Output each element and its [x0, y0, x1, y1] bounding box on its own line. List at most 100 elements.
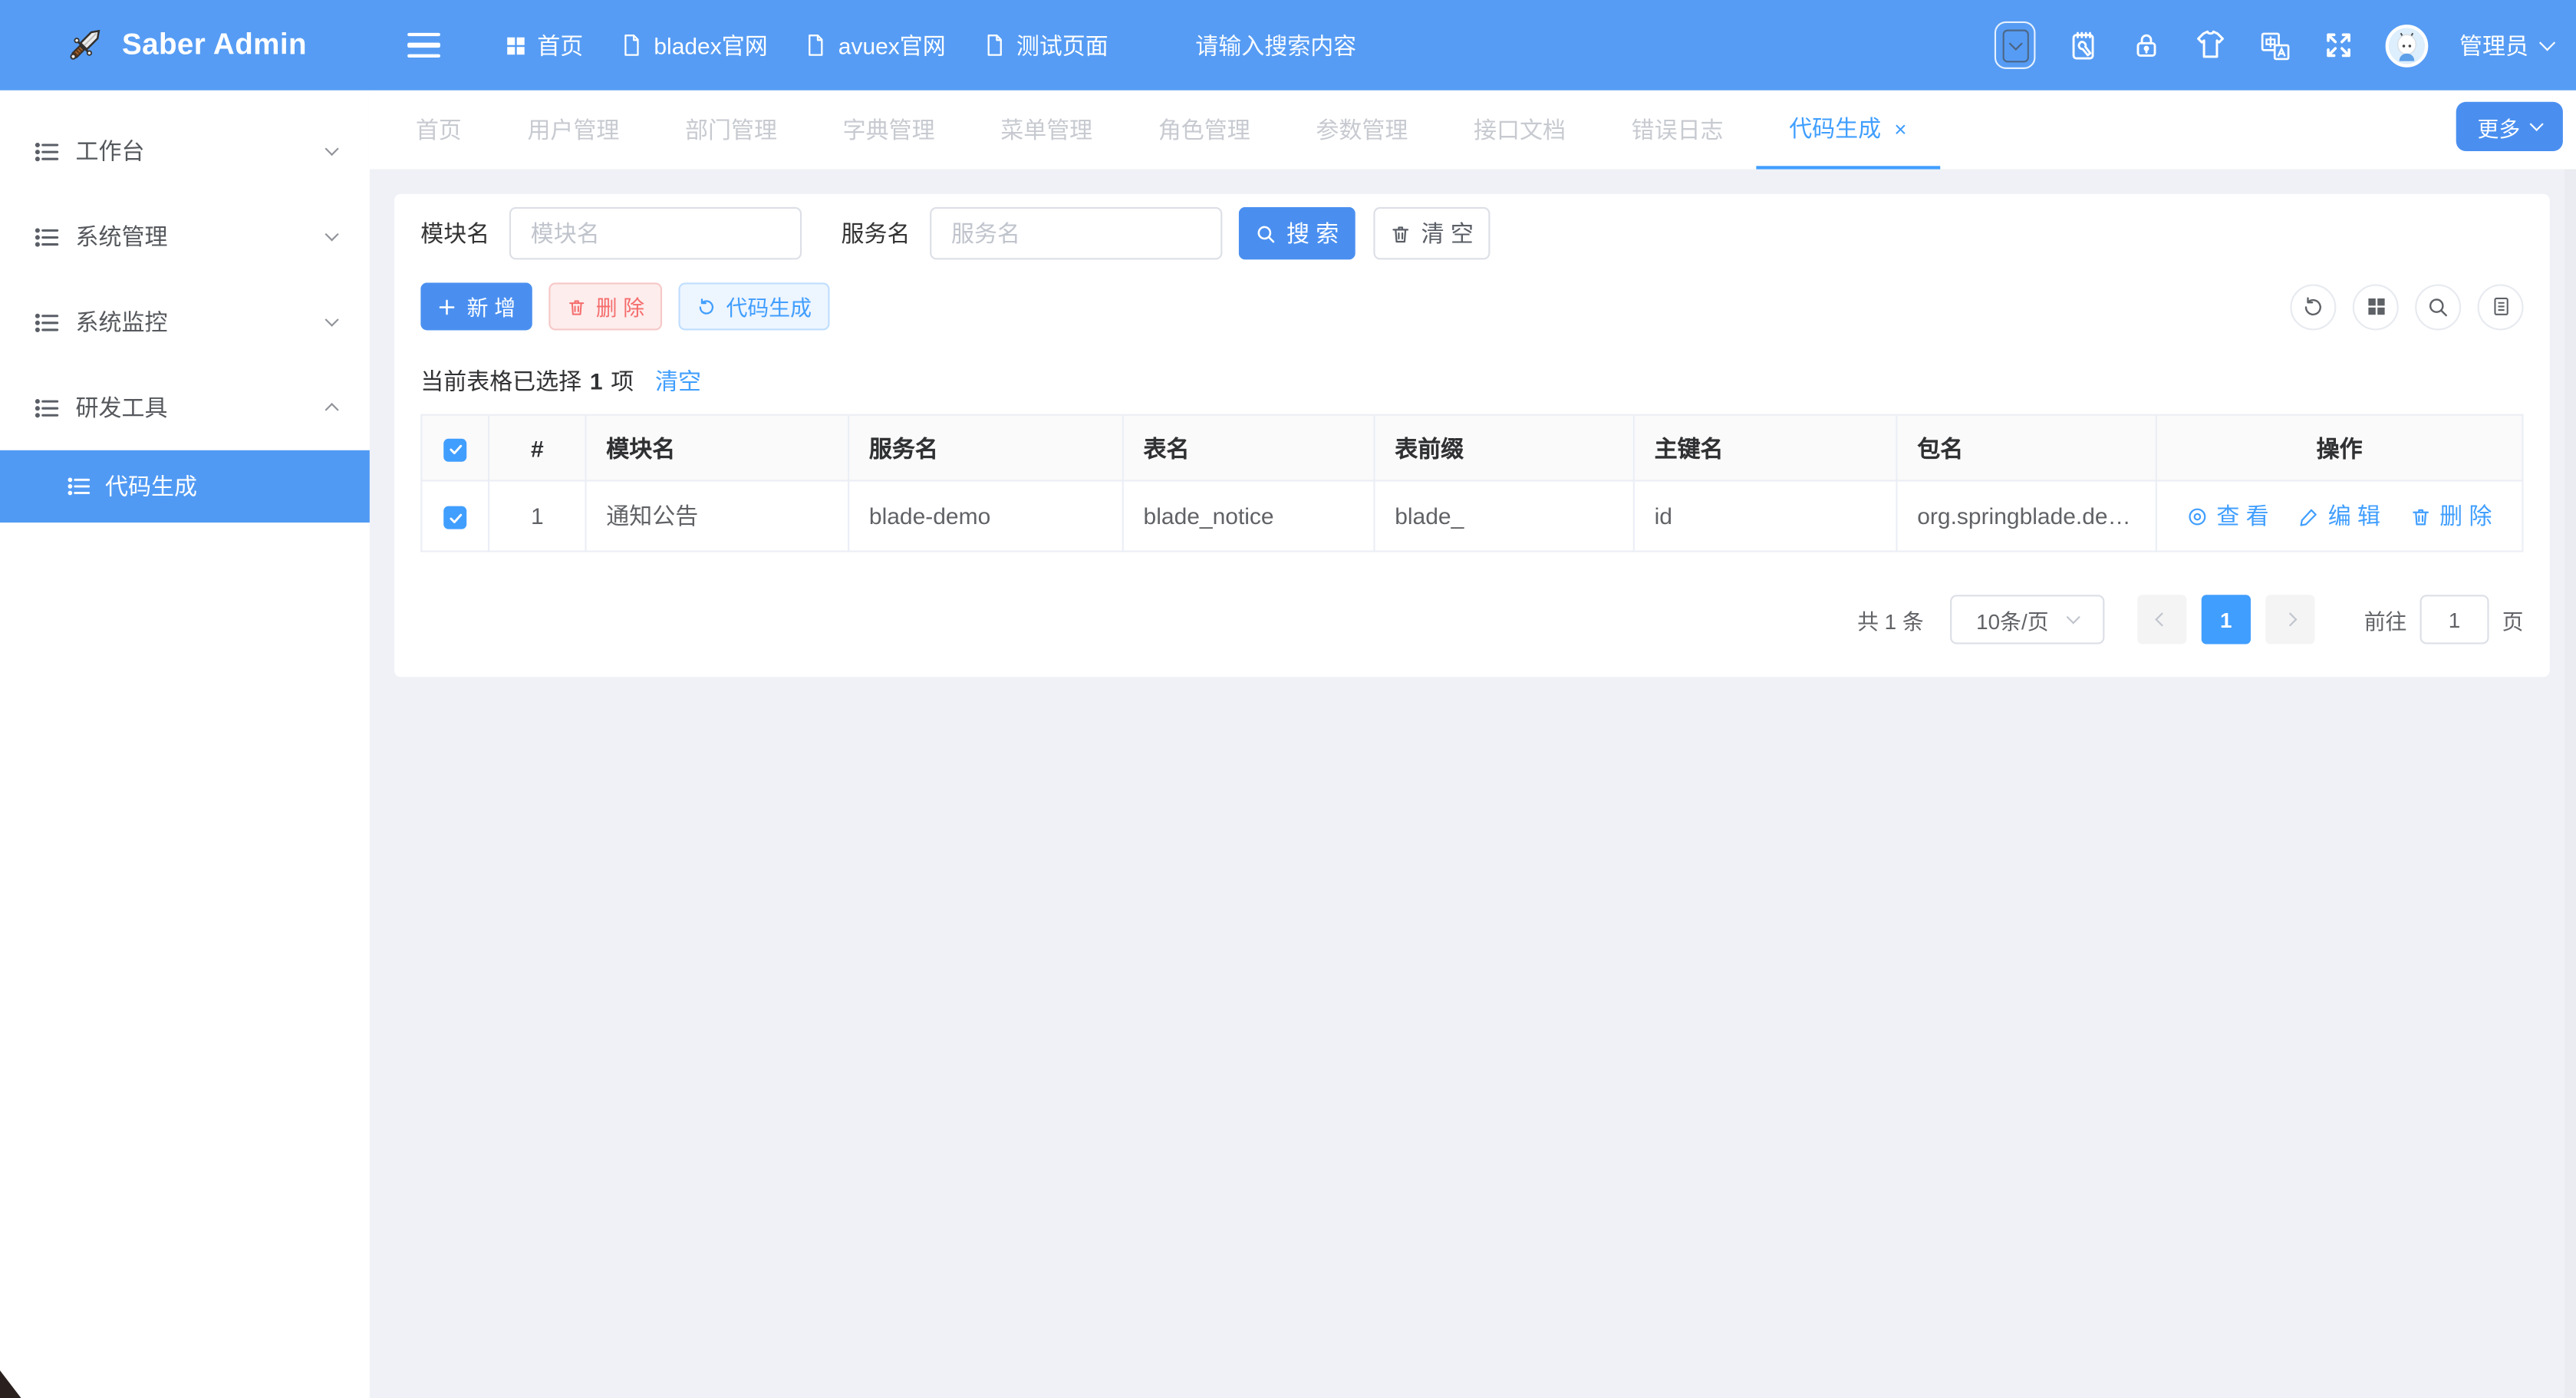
module-name-input[interactable]: [509, 207, 802, 260]
tab-code-generation[interactable]: 代码生成 ×: [1756, 91, 1939, 170]
trash-icon: [2410, 506, 2432, 527]
service-name-input[interactable]: [930, 207, 1222, 260]
edit-link[interactable]: 编 辑: [2298, 500, 2380, 532]
export-log-button[interactable]: [2478, 283, 2524, 329]
document-icon: [619, 33, 644, 58]
tab-menu-manage[interactable]: 菜单管理: [967, 91, 1125, 170]
add-button[interactable]: 新 增: [420, 282, 532, 330]
selection-text: 当前表格已选择: [420, 364, 581, 397]
pen-icon: [2298, 506, 2320, 527]
column-header-package: 包名: [1896, 415, 2156, 481]
sidebar-item-label: 系统管理: [76, 220, 168, 253]
tab-role-manage[interactable]: 角色管理: [1125, 91, 1283, 170]
tab-label: 代码生成: [1789, 112, 1881, 145]
nav-item-home[interactable]: 首页: [486, 0, 601, 91]
top-menu-toggle-icon[interactable]: [1995, 21, 2036, 69]
add-button-label: 新 增: [467, 291, 516, 322]
document-icon: [982, 33, 1006, 58]
app-title: Saber Admin: [122, 28, 307, 62]
view-link-label: 查 看: [2216, 500, 2268, 532]
sidebar-item-workbench[interactable]: 工作台: [0, 108, 370, 193]
sidebar-collapse-icon[interactable]: [407, 32, 440, 58]
cell-module: 通知公告: [585, 480, 848, 551]
column-settings-button[interactable]: [2353, 283, 2399, 329]
code-generate-button-label: 代码生成: [726, 291, 812, 322]
row-checkbox[interactable]: [443, 506, 466, 529]
sidebar-item-dev-tools[interactable]: 研发工具: [0, 364, 370, 450]
next-page-button[interactable]: [2265, 595, 2314, 644]
table-row: 1 通知公告 blade-demo blade_notice blade_ id…: [421, 480, 2522, 551]
nav-item-avuex-site[interactable]: avuex官网: [786, 0, 964, 91]
header-actions: 管理员: [1995, 21, 2553, 69]
user-menu[interactable]: 管理员: [2459, 28, 2553, 61]
clipboard-wrench-icon[interactable]: [2067, 28, 2100, 61]
toggle-search-button[interactable]: [2415, 283, 2461, 329]
prev-page-button[interactable]: [2137, 595, 2186, 644]
goto-label: 前往: [2364, 604, 2407, 635]
sidebar-item-system-manage[interactable]: 系统管理: [0, 194, 370, 279]
page-size-select[interactable]: 10条/页: [1950, 595, 2104, 644]
nav-item-label: 首页: [537, 28, 583, 61]
tab-home[interactable]: 首页: [383, 91, 495, 170]
user-avatar[interactable]: [2386, 24, 2429, 67]
top-nav: 首页 bladex官网 avuex官网: [370, 0, 2576, 91]
global-search-input[interactable]: [1195, 32, 1622, 58]
tab-dict-manage[interactable]: 字典管理: [810, 91, 968, 170]
tab-bar: 首页 用户管理 部门管理 字典管理 菜单管理 角色管理 参数管理 接口文档 错误…: [370, 91, 2576, 170]
grid-icon: [504, 34, 527, 57]
scrollbar[interactable]: [2564, 170, 2576, 1398]
sidebar-item-system-monitor[interactable]: 系统监控: [0, 279, 370, 364]
lock-icon[interactable]: [2131, 30, 2163, 61]
sidebar-item-label: 研发工具: [76, 391, 168, 424]
sidebar-item-code-generation[interactable]: 代码生成: [0, 450, 370, 523]
current-page-button[interactable]: 1: [2202, 595, 2251, 644]
chevron-down-icon: [2067, 610, 2080, 624]
main-area: 首页 用户管理 部门管理 字典管理 菜单管理 角色管理 参数管理 接口文档 错误…: [370, 91, 2576, 1398]
selection-count: 1: [590, 368, 603, 394]
clear-button[interactable]: 清 空: [1373, 207, 1490, 260]
service-name-label: 服务名: [841, 217, 910, 250]
nav-item-label: 测试页面: [1016, 28, 1108, 61]
nav-item-bladex-site[interactable]: bladex官网: [601, 0, 786, 91]
tab-user-manage[interactable]: 用户管理: [495, 91, 653, 170]
theme-shirt-icon[interactable]: [2193, 28, 2228, 62]
close-icon[interactable]: ×: [1894, 117, 1906, 139]
cell-prefix: blade_: [1374, 480, 1633, 551]
select-all-checkbox[interactable]: [443, 438, 466, 461]
delete-button-label: 删 除: [596, 291, 644, 322]
delete-button[interactable]: 删 除: [548, 282, 662, 330]
column-header-actions: 操作: [2156, 415, 2523, 481]
chevron-down-icon: [2530, 117, 2544, 131]
view-link[interactable]: 查 看: [2187, 500, 2269, 532]
delete-link[interactable]: 删 除: [2410, 500, 2492, 532]
list-icon: [33, 394, 61, 421]
table-header-row: # 模块名 服务名 表名 表前缀 主键名 包名 操作: [421, 415, 2522, 481]
column-header-service: 服务名: [848, 415, 1123, 481]
cell-package: org.springblade.desk...: [1896, 480, 2156, 551]
column-header-module: 模块名: [585, 415, 848, 481]
tab-api-doc[interactable]: 接口文档: [1441, 91, 1599, 170]
refresh-button[interactable]: [2290, 283, 2336, 329]
tab-param-manage[interactable]: 参数管理: [1283, 91, 1441, 170]
clear-selection-link[interactable]: 清空: [655, 364, 701, 397]
list-icon: [33, 308, 61, 336]
nav-item-test-page[interactable]: 测试页面: [964, 0, 1126, 91]
chevron-down-icon: [325, 227, 339, 241]
cell-table: blade_notice: [1123, 480, 1375, 551]
cell-index: 1: [489, 480, 585, 551]
translate-icon[interactable]: [2259, 28, 2292, 61]
saber-sword-icon: [63, 23, 107, 68]
search-button-label: 搜 索: [1286, 217, 1339, 250]
more-button[interactable]: 更多: [2456, 102, 2563, 151]
tab-dept-manage[interactable]: 部门管理: [652, 91, 810, 170]
sidebar-item-label: 工作台: [76, 135, 145, 168]
code-generate-button[interactable]: 代码生成: [678, 282, 829, 330]
sidebar-item-label: 代码生成: [105, 470, 197, 503]
tab-error-log[interactable]: 错误日志: [1599, 91, 1757, 170]
fullscreen-icon[interactable]: [2323, 30, 2354, 61]
search-button[interactable]: 搜 索: [1239, 207, 1356, 260]
filter-form: 模块名 服务名 搜 索: [420, 194, 2523, 260]
goto-page-input[interactable]: [2420, 595, 2489, 644]
delete-link-label: 删 除: [2439, 500, 2492, 532]
page-size-value: 10条/页: [1976, 604, 2048, 635]
